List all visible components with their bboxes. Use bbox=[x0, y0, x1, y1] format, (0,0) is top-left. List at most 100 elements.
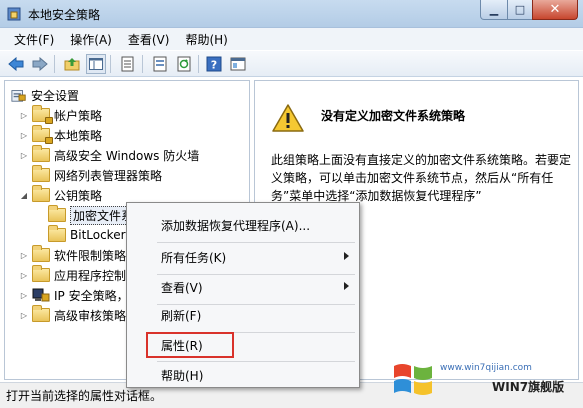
title-bar: 本地安全策略 ▁ □ ✕ bbox=[0, 0, 583, 28]
tree-item-software-restriction[interactable]: ▷ 软件限制策略 bbox=[19, 245, 126, 265]
watermark-brand: WIN7旗舰版 bbox=[492, 380, 565, 394]
tree-item-label: 帐户策略 bbox=[54, 108, 103, 123]
menu-bar: 文件(F) 操作(A) 查看(V) 帮助(H) bbox=[0, 28, 583, 50]
help-button[interactable]: ? bbox=[204, 54, 224, 74]
tree-item-firewall[interactable]: ▷ 高级安全 Windows 防火墙 bbox=[19, 145, 199, 165]
warning-icon bbox=[272, 104, 304, 132]
properties-highlight-box bbox=[146, 332, 234, 358]
submenu-arrow-icon bbox=[344, 282, 349, 290]
copy-button[interactable] bbox=[118, 54, 138, 74]
toolbar-separator bbox=[54, 55, 55, 73]
toolbar-separator bbox=[198, 55, 199, 73]
tree-root-label: 安全设置 bbox=[31, 88, 80, 103]
collapse-triangle-icon[interactable]: ◢ bbox=[19, 191, 29, 200]
refresh-icon bbox=[177, 56, 191, 72]
local-security-policy-window: 本地安全策略 ▁ □ ✕ 文件(F) 操作(A) 查看(V) 帮助(H) ? 安… bbox=[0, 0, 583, 408]
up-level-button[interactable] bbox=[62, 54, 82, 74]
context-menu: 添加数据恢复代理程序(A)... 所有任务(K) 查看(V) 刷新(F) 属性(… bbox=[126, 202, 360, 388]
tree-item-bitlocker[interactable]: BitLocker bbox=[35, 225, 126, 245]
folder-icon bbox=[32, 185, 50, 202]
svg-text:?: ? bbox=[211, 59, 217, 72]
expand-triangle-icon[interactable]: ▷ bbox=[19, 251, 29, 260]
ctx-item-label: 所有任务(K) bbox=[161, 250, 227, 265]
ctx-view[interactable]: 查看(V) bbox=[127, 275, 359, 299]
menu-file[interactable]: 文件(F) bbox=[6, 31, 62, 48]
tree-item-advanced-audit[interactable]: ▷ 高级审核策略 bbox=[19, 305, 126, 325]
expand-triangle-icon[interactable]: ▷ bbox=[19, 151, 29, 160]
minimize-button[interactable]: ▁ bbox=[480, 0, 508, 20]
tree-item-label: 软件限制策略 bbox=[54, 248, 127, 263]
tree-item-ip-security[interactable]: ▷ IP 安全策略， bbox=[19, 285, 129, 305]
submenu-arrow-icon bbox=[344, 252, 349, 260]
properties-icon bbox=[230, 57, 246, 71]
folder-icon bbox=[32, 145, 50, 162]
folder-lock-icon bbox=[32, 105, 53, 124]
ctx-separator bbox=[157, 361, 355, 362]
folder-icon bbox=[48, 205, 66, 222]
show-tree-icon bbox=[89, 58, 103, 70]
ctx-item-label: 添加数据恢复代理程序(A)... bbox=[161, 218, 311, 233]
back-button[interactable] bbox=[6, 54, 26, 74]
tree-item-label: 公钥策略 bbox=[54, 188, 103, 203]
copy-icon bbox=[121, 56, 134, 72]
refresh-button[interactable] bbox=[174, 54, 194, 74]
content-heading: 没有定义加密文件系统策略 bbox=[321, 109, 466, 123]
folder-icon bbox=[32, 165, 50, 182]
local-security-policy-icon bbox=[7, 7, 21, 21]
menu-help[interactable]: 帮助(H) bbox=[177, 31, 235, 48]
up-folder-icon bbox=[64, 58, 80, 71]
ctx-add-recovery-agent[interactable]: 添加数据恢复代理程序(A)... bbox=[127, 213, 359, 237]
ctx-refresh[interactable]: 刷新(F) bbox=[127, 303, 359, 327]
folder-icon bbox=[32, 305, 50, 322]
expand-triangle-icon[interactable]: ▷ bbox=[19, 271, 29, 280]
security-settings-icon bbox=[11, 90, 26, 102]
toolbar: ? bbox=[0, 51, 583, 77]
tree-item-label: 应用程序控制 bbox=[54, 268, 127, 283]
help-icon: ? bbox=[206, 56, 222, 72]
tree-item-local-policies[interactable]: ▷ 本地策略 bbox=[19, 125, 102, 145]
tree-item-label: 高级安全 Windows 防火墙 bbox=[54, 148, 200, 163]
window-title: 本地安全策略 bbox=[28, 8, 101, 22]
ctx-separator bbox=[157, 242, 355, 243]
menu-action[interactable]: 操作(A) bbox=[62, 31, 120, 48]
folder-icon bbox=[48, 225, 66, 242]
forward-button[interactable] bbox=[30, 54, 50, 74]
menu-view[interactable]: 查看(V) bbox=[120, 31, 178, 48]
forward-arrow-icon bbox=[32, 57, 48, 71]
ctx-all-tasks[interactable]: 所有任务(K) bbox=[127, 245, 359, 269]
status-text: 打开当前选择的属性对话框。 bbox=[6, 389, 163, 403]
tree-item-app-control[interactable]: ▷ 应用程序控制 bbox=[19, 265, 126, 285]
watermark-site: www.win7qijian.com bbox=[440, 363, 532, 373]
folder-icon bbox=[32, 265, 50, 282]
tree-item-label: 本地策略 bbox=[54, 128, 103, 143]
toolbar-separator bbox=[142, 55, 143, 73]
export-button[interactable] bbox=[150, 54, 170, 74]
tree-item-label: BitLocker bbox=[70, 228, 126, 242]
folder-lock-icon bbox=[32, 125, 53, 144]
tree-item-account-policies[interactable]: ▷ 帐户策略 bbox=[19, 105, 102, 125]
ctx-item-label: 查看(V) bbox=[161, 280, 203, 295]
minimize-icon: ▁ bbox=[489, 3, 499, 16]
ctx-item-label: 刷新(F) bbox=[161, 308, 202, 323]
ctx-help[interactable]: 帮助(H) bbox=[127, 363, 359, 387]
ctx-item-label: 帮助(H) bbox=[161, 368, 204, 383]
close-button[interactable]: ✕ bbox=[532, 0, 578, 20]
content-description: 此组策略上面没有直接定义的加密文件系统策略。若要定义策略，可以单击加密文件系统节… bbox=[271, 153, 572, 203]
expand-triangle-icon[interactable]: ▷ bbox=[19, 111, 29, 120]
windows-logo-icon bbox=[394, 364, 432, 395]
maximize-button[interactable]: □ bbox=[507, 0, 533, 20]
expand-triangle-icon[interactable]: ▷ bbox=[19, 131, 29, 140]
tree-item-network-list[interactable]: 网络列表管理器策略 bbox=[19, 165, 162, 185]
tree-item-label: 高级审核策略 bbox=[54, 308, 127, 323]
properties-button[interactable] bbox=[228, 54, 248, 74]
show-tree-button[interactable] bbox=[86, 54, 106, 74]
expand-triangle-icon[interactable]: ▷ bbox=[19, 311, 29, 320]
ip-security-icon bbox=[32, 288, 50, 302]
tree-root[interactable]: 安全设置 bbox=[11, 85, 79, 105]
tree-item-label: 网络列表管理器策略 bbox=[54, 168, 163, 183]
close-icon: ✕ bbox=[549, 2, 561, 17]
tree-item-public-key[interactable]: ◢ 公钥策略 bbox=[19, 185, 102, 205]
tree-item-label: IP 安全策略， bbox=[54, 288, 129, 303]
folder-icon bbox=[32, 245, 50, 262]
expand-triangle-icon[interactable]: ▷ bbox=[19, 291, 29, 300]
